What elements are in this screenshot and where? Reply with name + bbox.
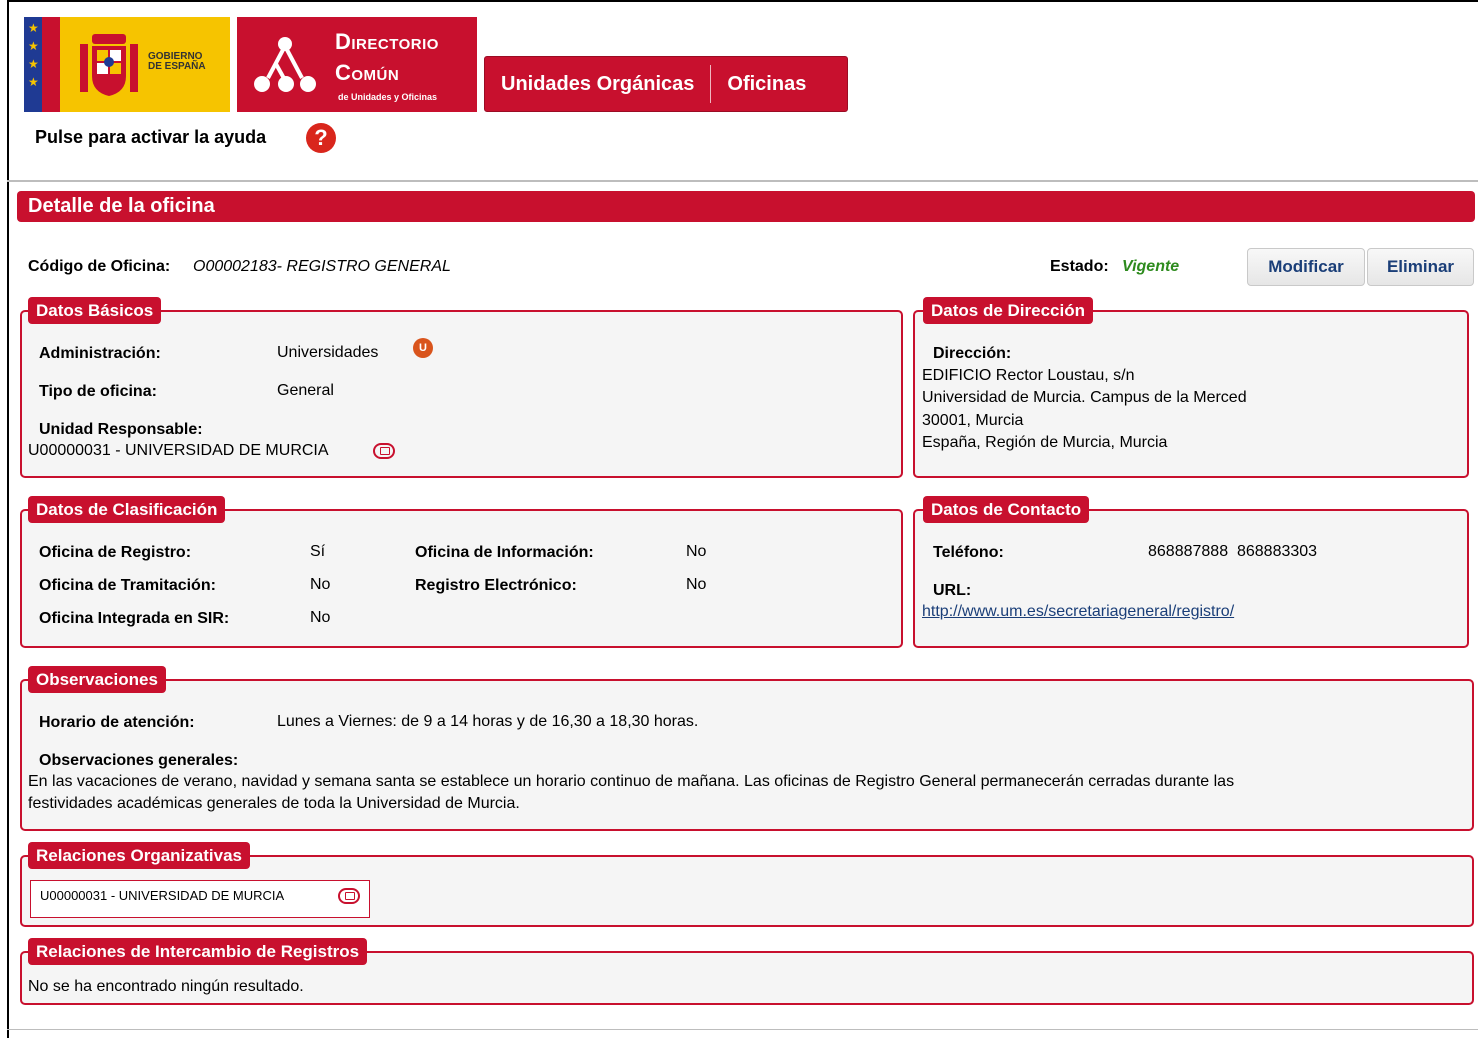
main-nav: Unidades Orgánicas Oficinas bbox=[484, 56, 848, 112]
window-frame-top bbox=[7, 0, 1478, 2]
tipo-oficina-value: General bbox=[277, 382, 334, 399]
star-icon: ★ bbox=[28, 21, 39, 35]
help-text[interactable]: Pulse para activar la ayuda bbox=[35, 127, 266, 148]
oficina-sir-label: Oficina Integrada en SIR: bbox=[39, 610, 230, 627]
footer-divider bbox=[7, 1029, 1478, 1030]
legend-datos-basicos: Datos Básicos bbox=[28, 297, 162, 324]
legend-datos-contacto: Datos de Contacto bbox=[923, 496, 1090, 523]
registro-electronico-label: Registro Electrónico: bbox=[415, 577, 577, 594]
spain-flag-stripe bbox=[42, 17, 60, 112]
window-frame-left bbox=[7, 0, 9, 1038]
direccion-label: Dirección: bbox=[933, 345, 1012, 362]
directorio-title: Directorio bbox=[335, 29, 439, 54]
direccion-line-2: Universidad de Murcia. Campus de la Merc… bbox=[922, 389, 1247, 406]
office-code-value: O00002183- REGISTRO GENERAL bbox=[193, 258, 451, 275]
coat-of-arms-icon bbox=[80, 34, 138, 96]
universidad-badge-icon: U bbox=[413, 338, 433, 358]
telefono-label: Teléfono: bbox=[933, 544, 1004, 561]
legend-relaciones-intercambio: Relaciones de Intercambio de Registros bbox=[28, 938, 368, 965]
relacion-item-text: U00000031 - UNIVERSIDAD DE MURCIA bbox=[40, 888, 285, 903]
comun-title: Común bbox=[335, 60, 400, 85]
star-icon: ★ bbox=[28, 75, 39, 89]
oficina-informacion-label: Oficina de Información: bbox=[415, 544, 594, 561]
panel-datos-contacto bbox=[913, 509, 1469, 648]
oficina-sir-value: No bbox=[310, 609, 331, 626]
empty-result-text: No se ha encontrado ningún resultado. bbox=[28, 978, 304, 995]
oficina-registro-value: Sí bbox=[310, 543, 326, 560]
url-link[interactable]: http://www.um.es/secretariageneral/regis… bbox=[922, 603, 1234, 621]
legend-relaciones-organizativas: Relaciones Organizativas bbox=[28, 842, 250, 869]
administracion-value: Universidades bbox=[277, 344, 379, 361]
directorio-subtitle: de Unidades y Oficinas bbox=[338, 92, 438, 102]
horario-label: Horario de atención: bbox=[39, 714, 195, 731]
estado-value: Vigente bbox=[1122, 258, 1180, 275]
direccion-line-3: 30001, Murcia bbox=[922, 412, 1024, 429]
oficina-tramitacion-value: No bbox=[310, 576, 331, 593]
direccion-line-4: España, Región de Murcia, Murcia bbox=[922, 434, 1168, 451]
nav-separator bbox=[710, 65, 712, 103]
legend-datos-clasificacion: Datos de Clasificación bbox=[28, 496, 226, 523]
header-divider bbox=[7, 180, 1478, 182]
unidad-responsable-label: Unidad Responsable: bbox=[39, 421, 203, 438]
unidad-responsable-value: U00000031 - UNIVERSIDAD DE MURCIA bbox=[28, 442, 329, 459]
delete-button[interactable]: Eliminar bbox=[1367, 248, 1474, 286]
registro-electronico-value: No bbox=[686, 576, 707, 593]
tipo-oficina-label: Tipo de oficina: bbox=[39, 383, 157, 400]
modify-button[interactable]: Modificar bbox=[1247, 248, 1365, 286]
nav-unidades-organicas[interactable]: Unidades Orgánicas bbox=[485, 57, 710, 111]
help-icon[interactable]: ? bbox=[306, 123, 336, 153]
page-title: Detalle de la oficina bbox=[17, 191, 1475, 222]
star-icon: ★ bbox=[28, 57, 39, 71]
nav-oficinas[interactable]: Oficinas bbox=[711, 57, 822, 111]
open-detail-icon[interactable] bbox=[373, 443, 395, 459]
url-label: URL: bbox=[933, 582, 972, 599]
star-icon: ★ bbox=[28, 39, 39, 53]
direccion-line-1: EDIFICIO Rector Loustau, s/n bbox=[922, 367, 1135, 384]
office-code-label: Código de Oficina: bbox=[28, 258, 171, 275]
oficina-registro-label: Oficina de Registro: bbox=[39, 544, 192, 561]
observaciones-generales-line-1: En las vacaciones de verano, navidad y s… bbox=[28, 773, 1235, 790]
observaciones-generales-line-2: festividades académicas generales de tod… bbox=[28, 795, 520, 812]
administracion-label: Administración: bbox=[39, 345, 161, 362]
horario-value: Lunes a Viernes: de 9 a 14 horas y de 16… bbox=[277, 713, 699, 730]
legend-observaciones: Observaciones bbox=[28, 666, 166, 693]
observaciones-generales-label: Observaciones generales: bbox=[39, 752, 239, 769]
telefono-value: 868887888 868883303 bbox=[1148, 543, 1318, 560]
network-tree-icon bbox=[254, 37, 316, 92]
gobierno-text: GOBIERNO DE ESPAÑA bbox=[148, 51, 206, 72]
oficina-tramitacion-label: Oficina de Tramitación: bbox=[39, 577, 216, 594]
open-detail-icon[interactable] bbox=[338, 888, 360, 904]
oficina-informacion-value: No bbox=[686, 543, 707, 560]
legend-datos-direccion: Datos de Dirección bbox=[923, 297, 1093, 324]
estado-label: Estado: bbox=[1050, 258, 1109, 275]
